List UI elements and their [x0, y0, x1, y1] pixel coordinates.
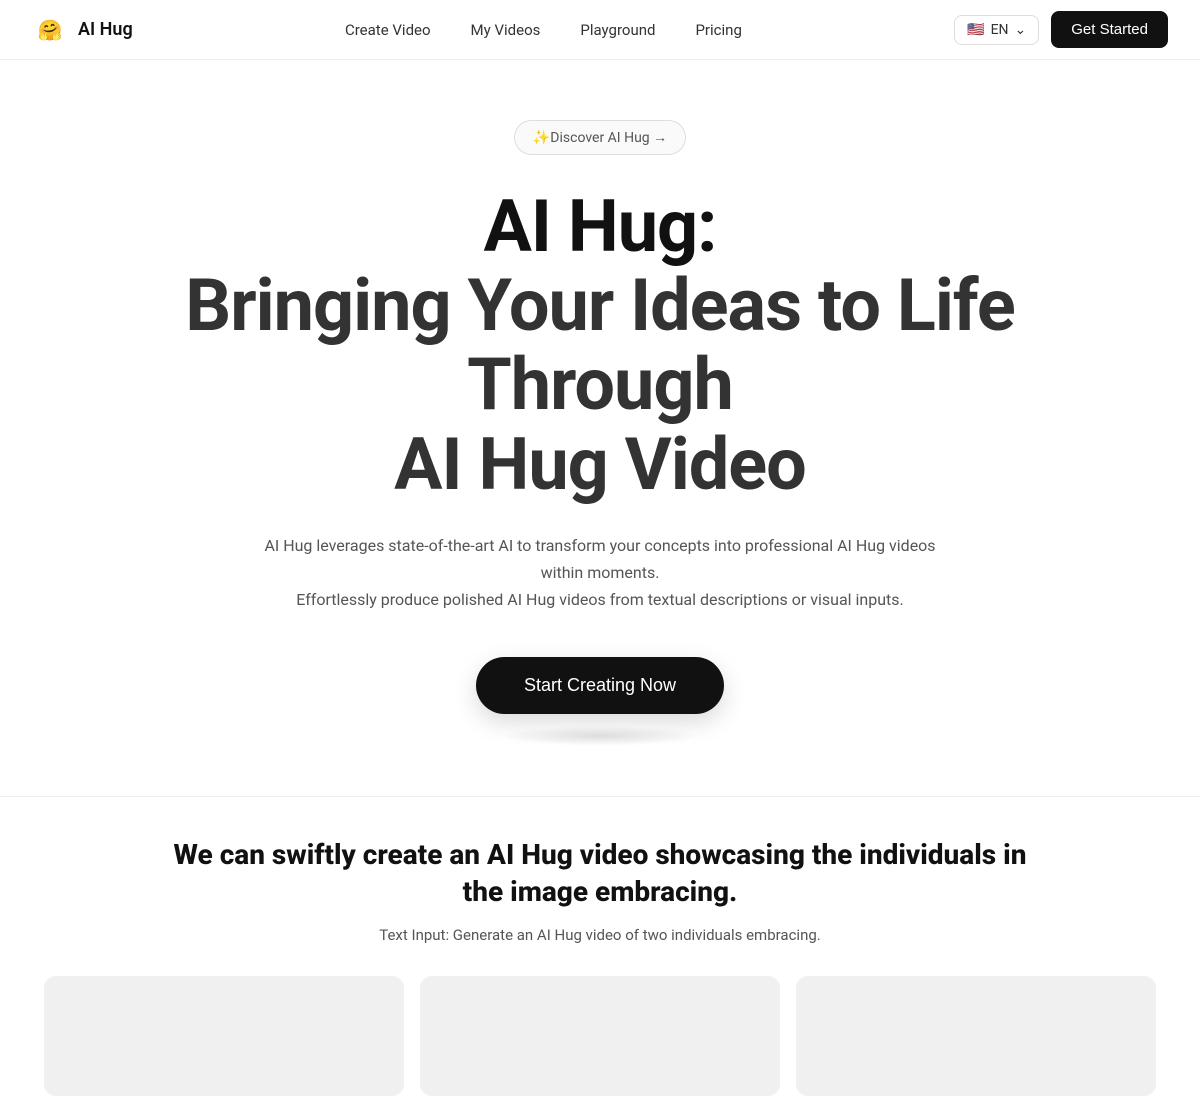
hero-title-line3: AI Hug Video [394, 422, 806, 507]
hero-subtitle: AI Hug leverages state-of-the-art AI to … [250, 532, 950, 614]
hero-subtitle-line1: AI Hug leverages state-of-the-art AI to … [264, 536, 935, 582]
brand-logo[interactable]: 🤗 AI Hug [32, 12, 133, 48]
chevron-down-icon: ⌄ [1015, 22, 1027, 38]
nav-link-playground[interactable]: Playground [580, 21, 655, 39]
showcase-subtitle: Text Input: Generate an AI Hug video of … [40, 926, 1160, 944]
language-selector[interactable]: 🇺🇸 EN ⌄ [954, 15, 1039, 45]
nav-links: Create Video My Videos Playground Pricin… [345, 21, 742, 39]
logo-icon: 🤗 [32, 12, 68, 48]
showcase-title: We can swiftly create an AI Hug video sh… [150, 837, 1050, 910]
flag-icon: 🇺🇸 [967, 22, 984, 38]
hero-subtitle-line2: Effortlessly produce polished AI Hug vid… [296, 590, 904, 609]
hero-section: ✨Discover AI Hug → AI Hug: Bringing Your… [0, 60, 1200, 766]
hero-title-line2: Bringing Your Ideas to Life Through [185, 263, 1015, 427]
showcase-image-2 [420, 976, 780, 1096]
nav-right: 🇺🇸 EN ⌄ Get Started [954, 11, 1168, 48]
lang-code: EN [991, 22, 1009, 38]
get-started-button[interactable]: Get Started [1051, 11, 1168, 48]
nav-link-create-video[interactable]: Create Video [345, 21, 431, 39]
hero-title: AI Hug: Bringing Your Ideas to Life Thro… [50, 187, 1150, 504]
showcase-section: We can swiftly create an AI Hug video sh… [0, 796, 1200, 1096]
start-creating-button[interactable]: Start Creating Now [476, 657, 724, 714]
showcase-image-3 [796, 976, 1156, 1096]
hero-title-line1: AI Hug: [484, 184, 717, 269]
showcase-images [40, 976, 1160, 1096]
discover-badge[interactable]: ✨Discover AI Hug → [514, 120, 686, 155]
nav-link-my-videos[interactable]: My Videos [471, 21, 541, 39]
button-shadow [500, 726, 700, 746]
brand-name: AI Hug [78, 19, 133, 40]
showcase-image-1 [44, 976, 404, 1096]
nav-link-pricing[interactable]: Pricing [695, 21, 741, 39]
navbar: 🤗 AI Hug Create Video My Videos Playgrou… [0, 0, 1200, 60]
